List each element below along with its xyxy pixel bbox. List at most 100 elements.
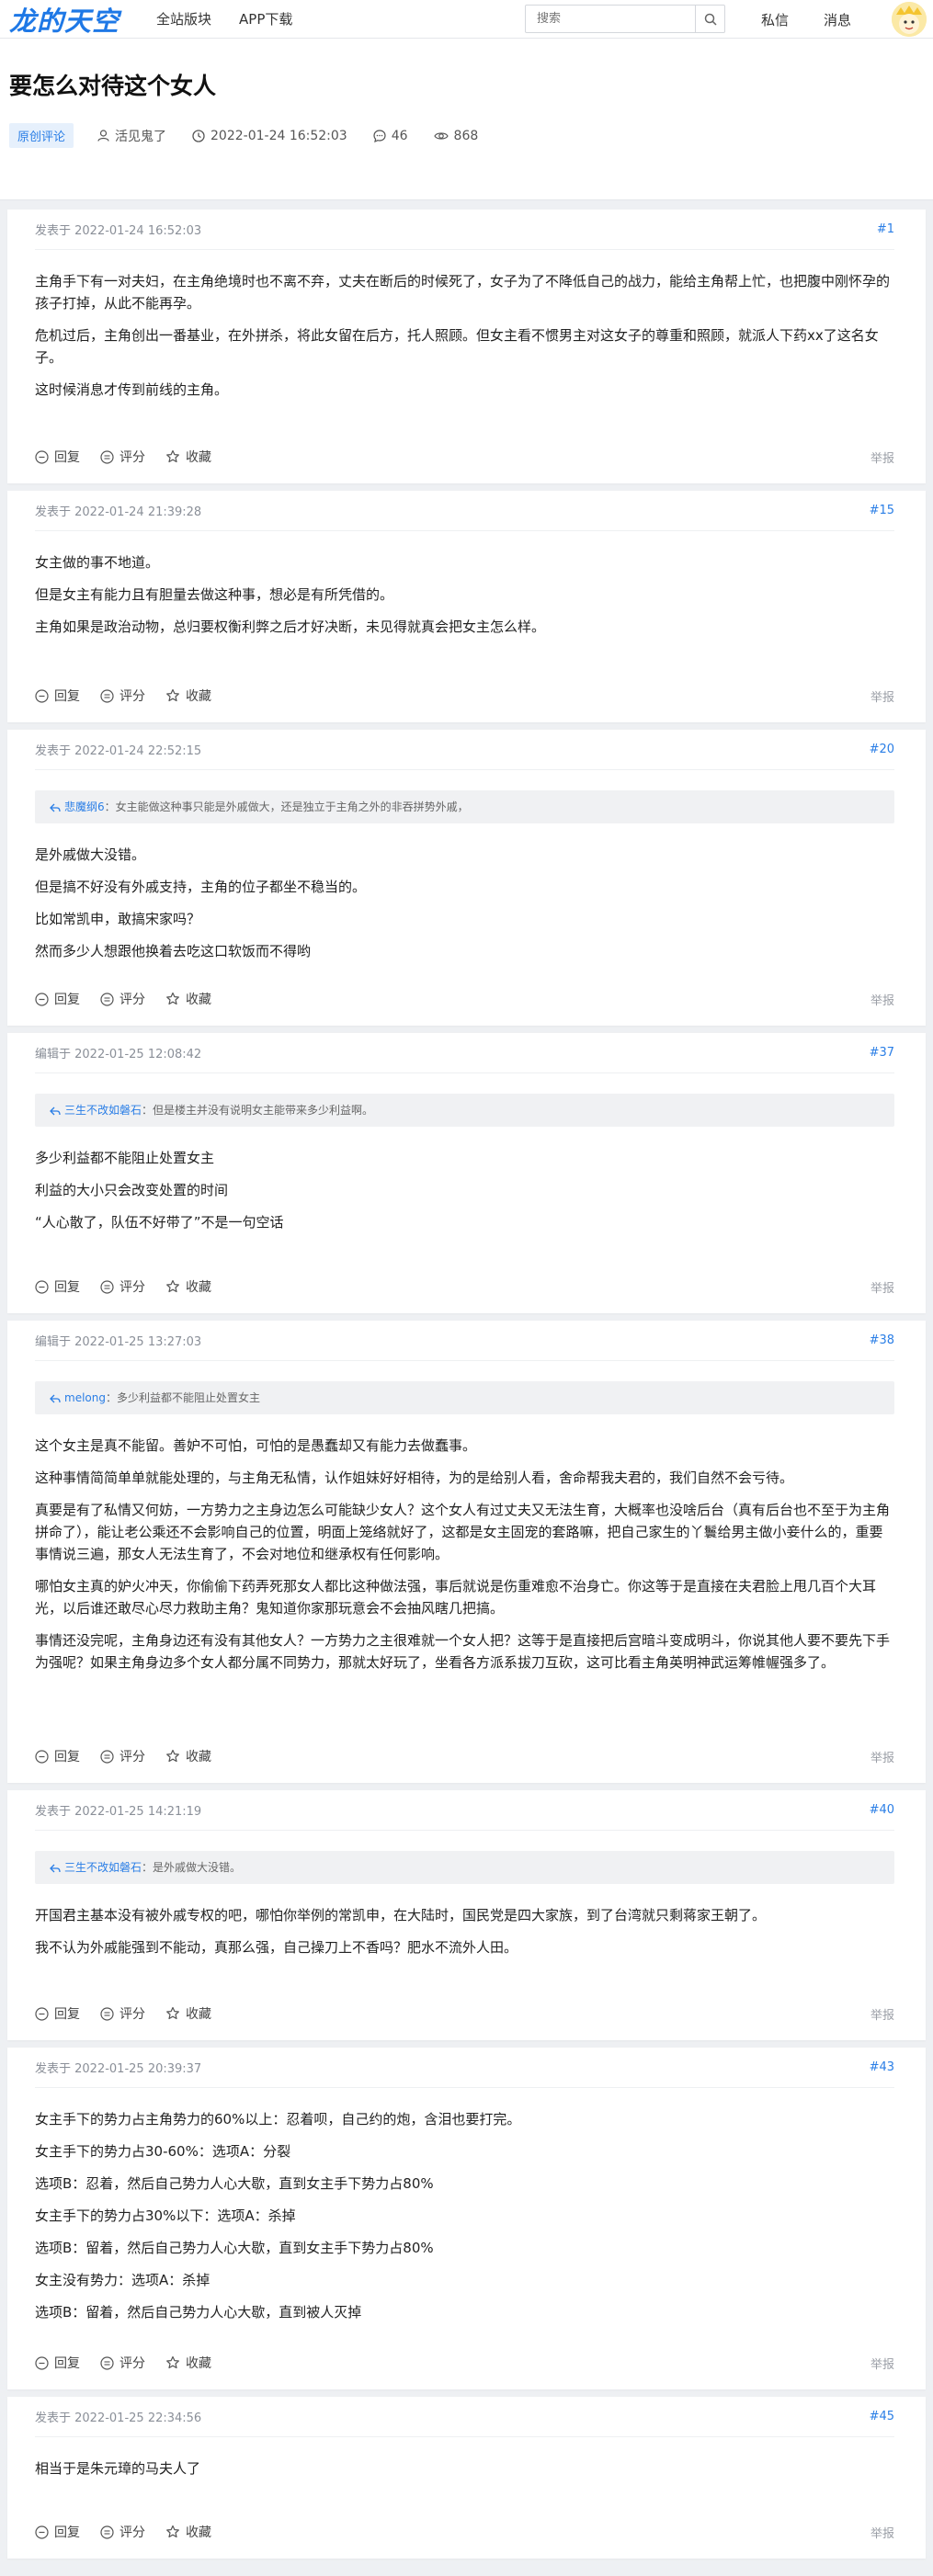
reply-button[interactable]: 回复 [35,448,80,466]
view-count-value: 868 [453,128,479,143]
post-content: 三生不改如磐石：但是楼主并没有说明女主能带来多少利益啊。 多少利益都不能阻止处置… [35,1073,894,1260]
site-logo[interactable]: 龙的天空 [9,0,119,39]
thread-time: 2022-01-24 16:52:03 [192,129,347,143]
reply-button[interactable]: 回复 [35,2523,80,2541]
rate-button[interactable]: 评分 [100,990,145,1008]
thread-header: 要怎么对待这个女人 原创评论 活见鬼了 2022-01-24 16:52:03 … [0,39,933,200]
comment-icon [373,129,386,142]
post-floor-link[interactable]: #37 [870,1046,894,1060]
quote-user[interactable]: 三生不改如磐石 [64,1104,142,1117]
favorite-button[interactable]: 收藏 [165,990,211,1008]
star-icon [166,688,179,702]
rate-button[interactable]: 评分 [100,687,145,705]
nav-link-all-boards[interactable]: 全站版块 [156,9,211,28]
nav-link-notifications[interactable]: 消息 [824,10,851,29]
post-time: 发表于 2022-01-25 14:21:19 [35,1805,202,1819]
report-button[interactable]: 举报 [870,2355,894,2372]
post-paragraph: 利益的大小只会改变处置的时间 [35,1182,229,1198]
post-actions: 回复 评分 收藏 举报 [35,430,894,483]
rate-button[interactable]: 评分 [100,1277,145,1296]
rate-button[interactable]: 评分 [100,2354,145,2372]
post-floor-link[interactable]: #20 [870,743,894,756]
post-floor-link[interactable]: #43 [870,2060,894,2074]
favorite-button[interactable]: 收藏 [165,2523,211,2541]
nav-link-messages[interactable]: 私信 [761,10,789,29]
post-floor-link[interactable]: #1 [877,222,894,236]
thread-meta: 原创评论 活见鬼了 2022-01-24 16:52:03 46 868 [9,123,924,148]
post: 发表于 2022-01-24 22:52:15 #20 悲魔纲6：女主能做这种事… [7,730,926,1026]
nav-link-app-download[interactable]: APP下载 [239,9,292,28]
report-button[interactable]: 举报 [870,991,894,1008]
favorite-button[interactable]: 收藏 [165,448,211,466]
reply-button[interactable]: 回复 [35,1747,80,1765]
rate-button[interactable]: 评分 [100,1747,145,1765]
reply-icon [35,2525,49,2539]
post-time: 发表于 2022-01-24 21:39:28 [35,505,202,519]
user-avatar[interactable] [892,2,927,37]
post-header: 发表于 2022-01-24 16:52:03 #1 [35,210,894,250]
report-button[interactable]: 举报 [870,2005,894,2023]
reply-button[interactable]: 回复 [35,687,80,705]
favorite-button[interactable]: 收藏 [165,2354,211,2372]
report-button[interactable]: 举报 [870,1748,894,1765]
thread-author[interactable]: 活见鬼了 [97,127,166,145]
post: 发表于 2022-01-25 14:21:19 #40 三生不改如磐石：是外戚做… [7,1790,926,2040]
favorite-button[interactable]: 收藏 [165,1747,211,1765]
rate-icon [100,1279,114,1294]
post-actions: 回复 评分 收藏 举报 [35,972,894,1026]
post-paragraph: 危机过后，主角创出一番基业，在外拼杀，将此女留在后方，托人照顾。但女主看不惯男主… [35,327,879,366]
quote-user[interactable]: melong [64,1391,106,1404]
thread-comment-count: 46 [373,129,408,143]
post-paragraph: 选项B：留着，然后自己势力人心大歇，直到被人灭掉 [35,2304,362,2321]
post-paragraph: 但是女主有能力且有胆量去做这种事，想必是有所凭借的。 [35,586,394,603]
rate-button[interactable]: 评分 [100,448,145,466]
post-floor-link[interactable]: #45 [870,2410,894,2423]
quote-user[interactable]: 悲魔纲6 [64,800,105,813]
post-paragraph: “人心散了，队伍不好带了”不是一句空话 [35,1214,284,1231]
favorite-button[interactable]: 收藏 [165,687,211,705]
reply-label: 回复 [54,2356,80,2371]
post-paragraph: 开国君主基本没有被外戚专权的吧，哪怕你举例的常凯申，在大陆时，国民党是四大家族，… [35,1907,767,1923]
favorite-button[interactable]: 收藏 [165,1277,211,1296]
report-button[interactable]: 举报 [870,1278,894,1296]
post-time: 发表于 2022-01-24 22:52:15 [35,744,202,758]
thread-time-value: 2022-01-24 16:52:03 [210,128,347,143]
post-actions: 回复 评分 收藏 举报 [35,1260,894,1313]
favorite-label: 收藏 [186,689,211,704]
search-icon [704,13,717,26]
quote-user[interactable]: 三生不改如磐石 [64,1861,142,1874]
rate-label: 评分 [119,2007,145,2022]
reply-button[interactable]: 回复 [35,2354,80,2372]
post-floor-link[interactable]: #40 [870,1803,894,1817]
search-button[interactable] [695,6,724,32]
search-input[interactable] [526,6,695,32]
category-badge[interactable]: 原创评论 [9,123,74,148]
star-icon [166,992,179,1005]
post-floor-link[interactable]: #38 [870,1333,894,1347]
reply-button[interactable]: 回复 [35,2004,80,2023]
reply-button[interactable]: 回复 [35,1277,80,1296]
post-floor-link[interactable]: #15 [870,504,894,517]
report-button[interactable]: 举报 [870,448,894,466]
star-icon [166,449,179,463]
report-button[interactable]: 举报 [870,687,894,705]
rate-button[interactable]: 评分 [100,2004,145,2023]
reply-icon [35,1279,49,1294]
reply-label: 回复 [54,1750,80,1765]
favorite-button[interactable]: 收藏 [165,2004,211,2023]
post-paragraph: 但是搞不好没有外戚支持，主角的位子都坐不稳当的。 [35,879,367,895]
post-time: 发表于 2022-01-25 20:39:37 [35,2062,202,2076]
post-paragraph: 主角手下有一对夫妇，在主角绝境时也不离不弃，丈夫在断后的时候死了，女子为了不降低… [35,273,891,312]
page-title: 要怎么对待这个女人 [9,73,217,99]
post-actions: 回复 评分 收藏 举报 [35,1987,894,2040]
top-right-links: 私信 消息 [761,0,886,39]
rate-icon [100,2525,114,2539]
rate-button[interactable]: 评分 [100,2523,145,2541]
post-paragraph: 多少利益都不能阻止处置女主 [35,1150,215,1166]
post: 发表于 2022-01-24 21:39:28 #15 女主做的事不地道。 但是… [7,491,926,722]
post-content: 女主手下的势力占主角势力的60%以上：忍着呗，自己约的炮，含泪也要打完。 女主手… [35,2088,894,2336]
report-button[interactable]: 举报 [870,2524,894,2541]
post: 编辑于 2022-01-25 12:08:42 #37 三生不改如磐石：但是楼主… [7,1033,926,1313]
post-paragraph: 事情还没完呢，主角身边还有没有其他女人？一方势力之主很难就一个女人把？这等于是直… [35,1632,891,1671]
reply-button[interactable]: 回复 [35,990,80,1008]
